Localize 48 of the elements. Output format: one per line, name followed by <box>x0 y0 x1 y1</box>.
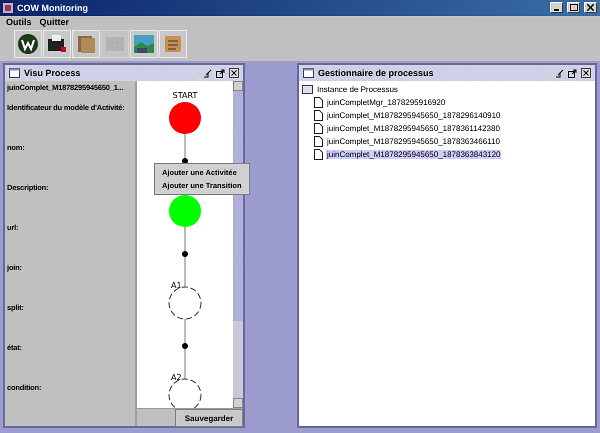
transition-dot[interactable] <box>182 251 188 257</box>
window-title: COW Monitoring <box>17 2 89 13</box>
transition-dot[interactable] <box>182 343 188 349</box>
maximize-icon[interactable] <box>568 68 577 78</box>
toolbar-button[interactable] <box>14 30 42 58</box>
maximize-icon <box>570 4 578 12</box>
tree-item[interactable]: juinComplet_M1878295945650_1878363843120 <box>326 150 502 159</box>
tree-item[interactable]: juinComplet_M1878295945650_1878361142380 <box>326 124 501 133</box>
node-label: A1 <box>171 281 182 290</box>
activity-node[interactable] <box>169 195 201 227</box>
node-label: A2 <box>171 373 182 382</box>
folders-icon <box>75 33 97 56</box>
close-icon <box>587 4 594 12</box>
file-icon <box>314 97 323 108</box>
frame-title: Gestionnaire de processus <box>318 68 435 78</box>
maximize-icon[interactable] <box>216 68 225 78</box>
minimize-button[interactable] <box>550 2 563 14</box>
landscape-icon <box>133 33 155 56</box>
save-button[interactable]: Sauvegarder <box>175 409 243 427</box>
window-icon <box>303 68 314 78</box>
globe-icon <box>17 33 39 56</box>
close-icon[interactable] <box>229 68 239 78</box>
tree-item[interactable]: juinComplet_M1878295945650_1878363466110 <box>326 137 501 146</box>
tree-root[interactable]: Instance de Processus <box>316 85 399 94</box>
activity-node[interactable] <box>168 378 202 408</box>
app-icon <box>3 2 13 13</box>
minimize-icon[interactable] <box>555 68 564 78</box>
tree-item[interactable]: juinComplet_M1878295945650_1878296140910 <box>326 111 502 120</box>
file-icon <box>314 110 323 121</box>
close-button[interactable] <box>584 2 597 14</box>
tree-item[interactable]: juinCompletMgr_1878295916920 <box>326 98 446 107</box>
toolbar-button[interactable] <box>43 30 71 58</box>
minimize-icon[interactable] <box>203 68 212 78</box>
toolbar-button[interactable] <box>159 30 187 58</box>
menu-item[interactable]: Outils <box>6 16 32 27</box>
node-label: START <box>172 91 198 100</box>
toolbar-button[interactable] <box>130 30 158 58</box>
file-icon <box>314 136 323 147</box>
folder-icon <box>302 85 313 94</box>
file-icon <box>314 149 323 160</box>
maximize-button[interactable] <box>567 2 580 14</box>
activity-node[interactable] <box>168 286 202 320</box>
menu-item[interactable]: Quitter <box>40 16 70 27</box>
activity-node[interactable] <box>169 102 201 134</box>
frame-title: Visu Process <box>24 68 82 78</box>
close-icon[interactable] <box>581 68 591 78</box>
window-icon <box>9 68 20 78</box>
file-icon <box>314 123 323 134</box>
